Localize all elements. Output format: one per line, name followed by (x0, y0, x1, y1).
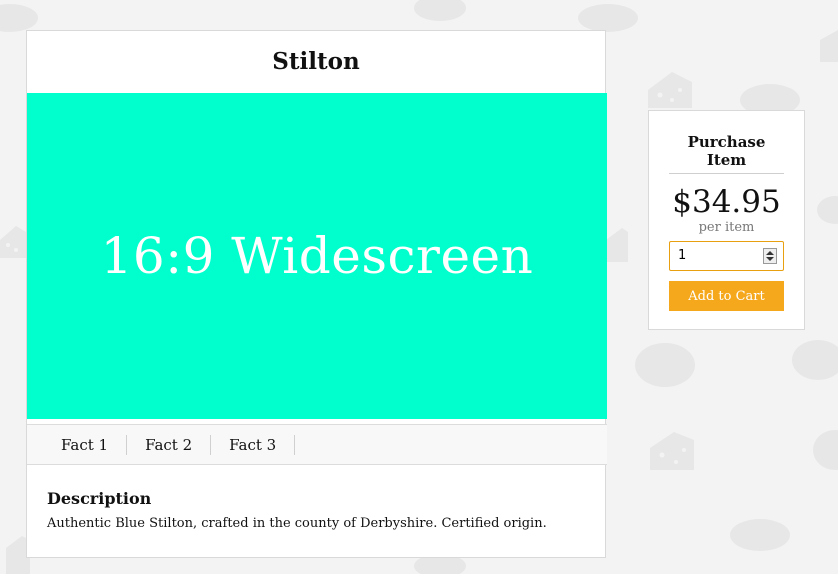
price-unit: per item (698, 220, 755, 235)
price: $34.95 (672, 184, 781, 220)
facts-tabs: Fact 1 Fact 2 Fact 3 (27, 424, 607, 465)
placeholder-label: 16:9 Widescreen (100, 227, 534, 285)
description-heading: Description (47, 489, 152, 508)
spin-down-icon[interactable] (766, 257, 774, 261)
description-section: Description Authentic Blue Stilton, craf… (47, 489, 587, 531)
quantity-input[interactable] (676, 247, 760, 264)
quantity-stepper[interactable] (669, 241, 784, 271)
tab-fact-2[interactable]: Fact 2 (127, 434, 212, 455)
purchase-heading: Purchase Item (669, 133, 784, 174)
spinner-control[interactable] (763, 248, 777, 264)
description-text: Authentic Blue Stilton, crafted in the c… (47, 516, 547, 531)
spin-up-icon[interactable] (766, 251, 774, 255)
tab-fact-3[interactable]: Fact 3 (211, 434, 296, 455)
tab-fact-1[interactable]: Fact 1 (43, 434, 128, 455)
purchase-panel: Purchase Item $34.95 per item Add to Car… (648, 110, 805, 330)
add-to-cart-button[interactable]: Add to Cart (669, 281, 784, 311)
product-card: Stilton 16:9 Widescreen Fact 1 Fact 2 Fa… (26, 30, 607, 558)
product-title: Stilton (272, 48, 360, 75)
product-image-placeholder: 16:9 Widescreen (27, 93, 607, 419)
